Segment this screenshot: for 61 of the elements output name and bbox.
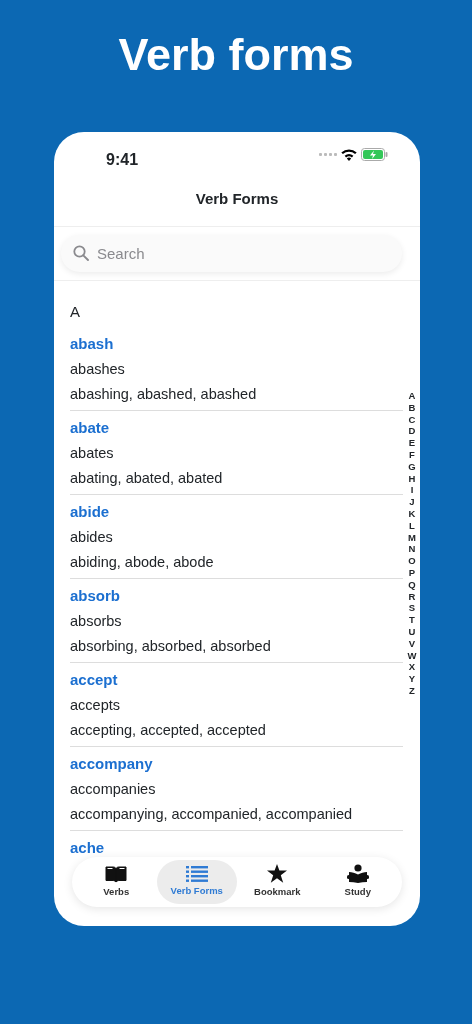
index-letter[interactable]: N [408,543,416,556]
index-letter[interactable]: D [408,425,416,438]
index-letter[interactable]: V [408,637,416,650]
screen-title: Verb Forms [194,189,280,209]
tab-item[interactable]: Verbs [76,860,157,904]
battery-icon [361,148,388,161]
index-letter[interactable]: K [408,507,416,520]
index-letter[interactable]: J [409,496,415,508]
verb-link[interactable]: absorb [70,579,120,606]
index-letter[interactable]: R [408,590,416,603]
verb-form: abashes [70,360,126,379]
verb-forms: accompanying, accompanied, accompanied [70,805,354,824]
star-icon [267,864,288,884]
signal-icon [319,152,337,157]
verb-link[interactable]: abate [70,411,110,438]
tab-item[interactable]: Verb Forms [156,860,237,904]
index-letter[interactable]: T [409,614,415,626]
verb-form: abides [70,528,114,547]
list-icon [185,865,208,882]
wifi-icon [341,148,357,161]
index-letter[interactable]: B [408,401,416,414]
verb-link[interactable]: ache [70,831,105,858]
index-letter[interactable]: C [408,413,416,426]
tab-item[interactable]: Bookmark [237,860,318,904]
verb-form: abates [70,444,115,463]
verb-forms: absorbing, absorbed, absorbed [70,637,272,656]
index-letter[interactable]: P [408,566,416,579]
index-letter[interactable]: Z [409,684,415,697]
index-letter[interactable]: I [410,484,414,497]
verb-forms: abiding, abode, abode [70,553,215,572]
index-letter[interactable]: L [409,519,415,532]
reading-person-icon [346,864,369,884]
status-time: 9:41 [106,150,139,170]
verb-forms: abating, abated, abated [70,469,224,488]
index-letter[interactable]: A [408,390,416,402]
index-letter[interactable]: E [408,437,416,449]
index-letter[interactable]: Y [408,673,416,685]
headline: Verb forms [117,28,355,82]
book-icon [105,864,128,883]
verb-form: accepts [70,696,121,715]
search-icon [73,245,89,261]
verb-link[interactable]: accept [70,663,118,690]
index-letter[interactable]: F [409,449,415,461]
index-letter[interactable]: W [407,649,417,662]
index-letter[interactable]: X [408,661,416,674]
index-letter[interactable]: S [408,602,416,615]
index-letter[interactable]: G [408,460,416,473]
verb-forms: abashing, abashed, abashed [70,385,258,404]
verb-link[interactable]: abash [70,327,114,354]
verb-link[interactable]: abide [70,495,110,522]
section-header: A [70,301,80,322]
verb-form: accompanies [70,780,157,799]
verb-link[interactable]: accompany [70,747,153,774]
index-letter[interactable]: U [408,625,416,638]
tab-item[interactable]: Study [317,860,398,904]
index-letter[interactable]: O [408,555,416,567]
verb-forms: accepting, accepted, accepted [70,721,267,740]
index-letter[interactable]: Q [408,578,416,591]
index-letter[interactable]: M [408,531,416,544]
verb-form: absorbs [70,612,123,631]
index-letter[interactable]: H [408,472,416,485]
